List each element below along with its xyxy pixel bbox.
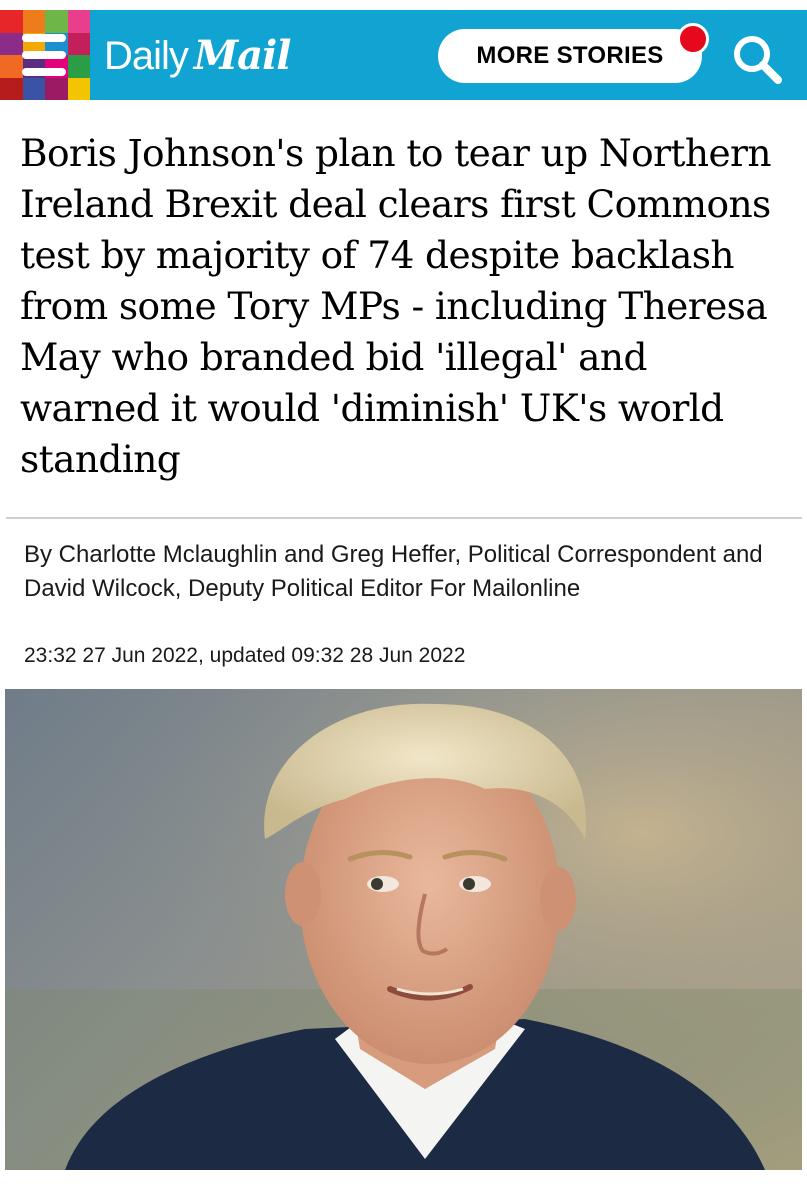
hamburger-menu-icon — [22, 34, 66, 76]
menu-tile-cell — [0, 10, 23, 33]
notification-dot-icon — [677, 23, 709, 55]
portrait-illustration — [5, 689, 802, 1170]
menu-tile-cell — [0, 55, 23, 78]
article-headline: Boris Johnson's plan to tear up Northern… — [20, 131, 772, 481]
article-photo — [5, 689, 802, 1170]
logo-mail-text: Mail — [193, 32, 292, 79]
daily-mail-logo[interactable]: Daily Mail — [104, 28, 291, 84]
menu-tile-cell — [67, 32, 90, 55]
menu-tile-cell — [67, 10, 90, 33]
article-byline: By Charlotte Mclaughlin and Greg Heffer,… — [24, 541, 763, 602]
menu-tile-cell — [22, 77, 45, 100]
menu-tile-cell — [67, 77, 90, 100]
site-header: Daily Mail MORE STORIES — [0, 10, 807, 100]
menu-tile-cell — [0, 77, 23, 100]
menu-tile-cell — [0, 32, 23, 55]
menu-tile-cell — [45, 77, 68, 100]
more-stories-button[interactable]: MORE STORIES — [438, 29, 702, 83]
divider — [6, 517, 802, 519]
menu-tile-cell — [45, 10, 68, 33]
menu-button[interactable] — [0, 10, 90, 100]
search-icon[interactable] — [730, 32, 784, 86]
top-strip — [0, 0, 807, 10]
article-timestamp: 23:32 27 Jun 2022, updated 09:32 28 Jun … — [24, 644, 466, 667]
logo-daily-text: Daily — [104, 34, 189, 78]
menu-tile-cell — [22, 10, 45, 33]
menu-tile-cell — [67, 55, 90, 78]
